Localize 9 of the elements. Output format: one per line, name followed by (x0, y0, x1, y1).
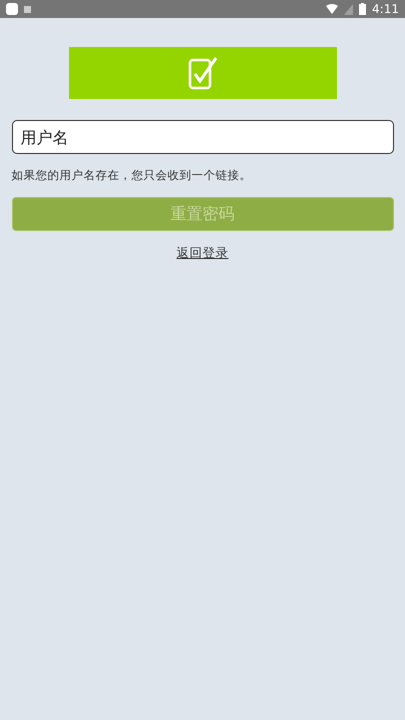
notification-icon (6, 3, 18, 15)
wifi-icon (326, 4, 338, 14)
username-field[interactable]: 用户名 (12, 120, 394, 154)
battery-icon (359, 3, 366, 15)
signal-icon (344, 4, 354, 14)
hint-text: 如果您的用户名存在，您只会收到一个链接。 (12, 168, 252, 183)
clock: 4:11 (372, 2, 399, 16)
back-to-login-link[interactable]: 返回登录 (176, 245, 228, 262)
tablet-check-icon (188, 56, 218, 90)
